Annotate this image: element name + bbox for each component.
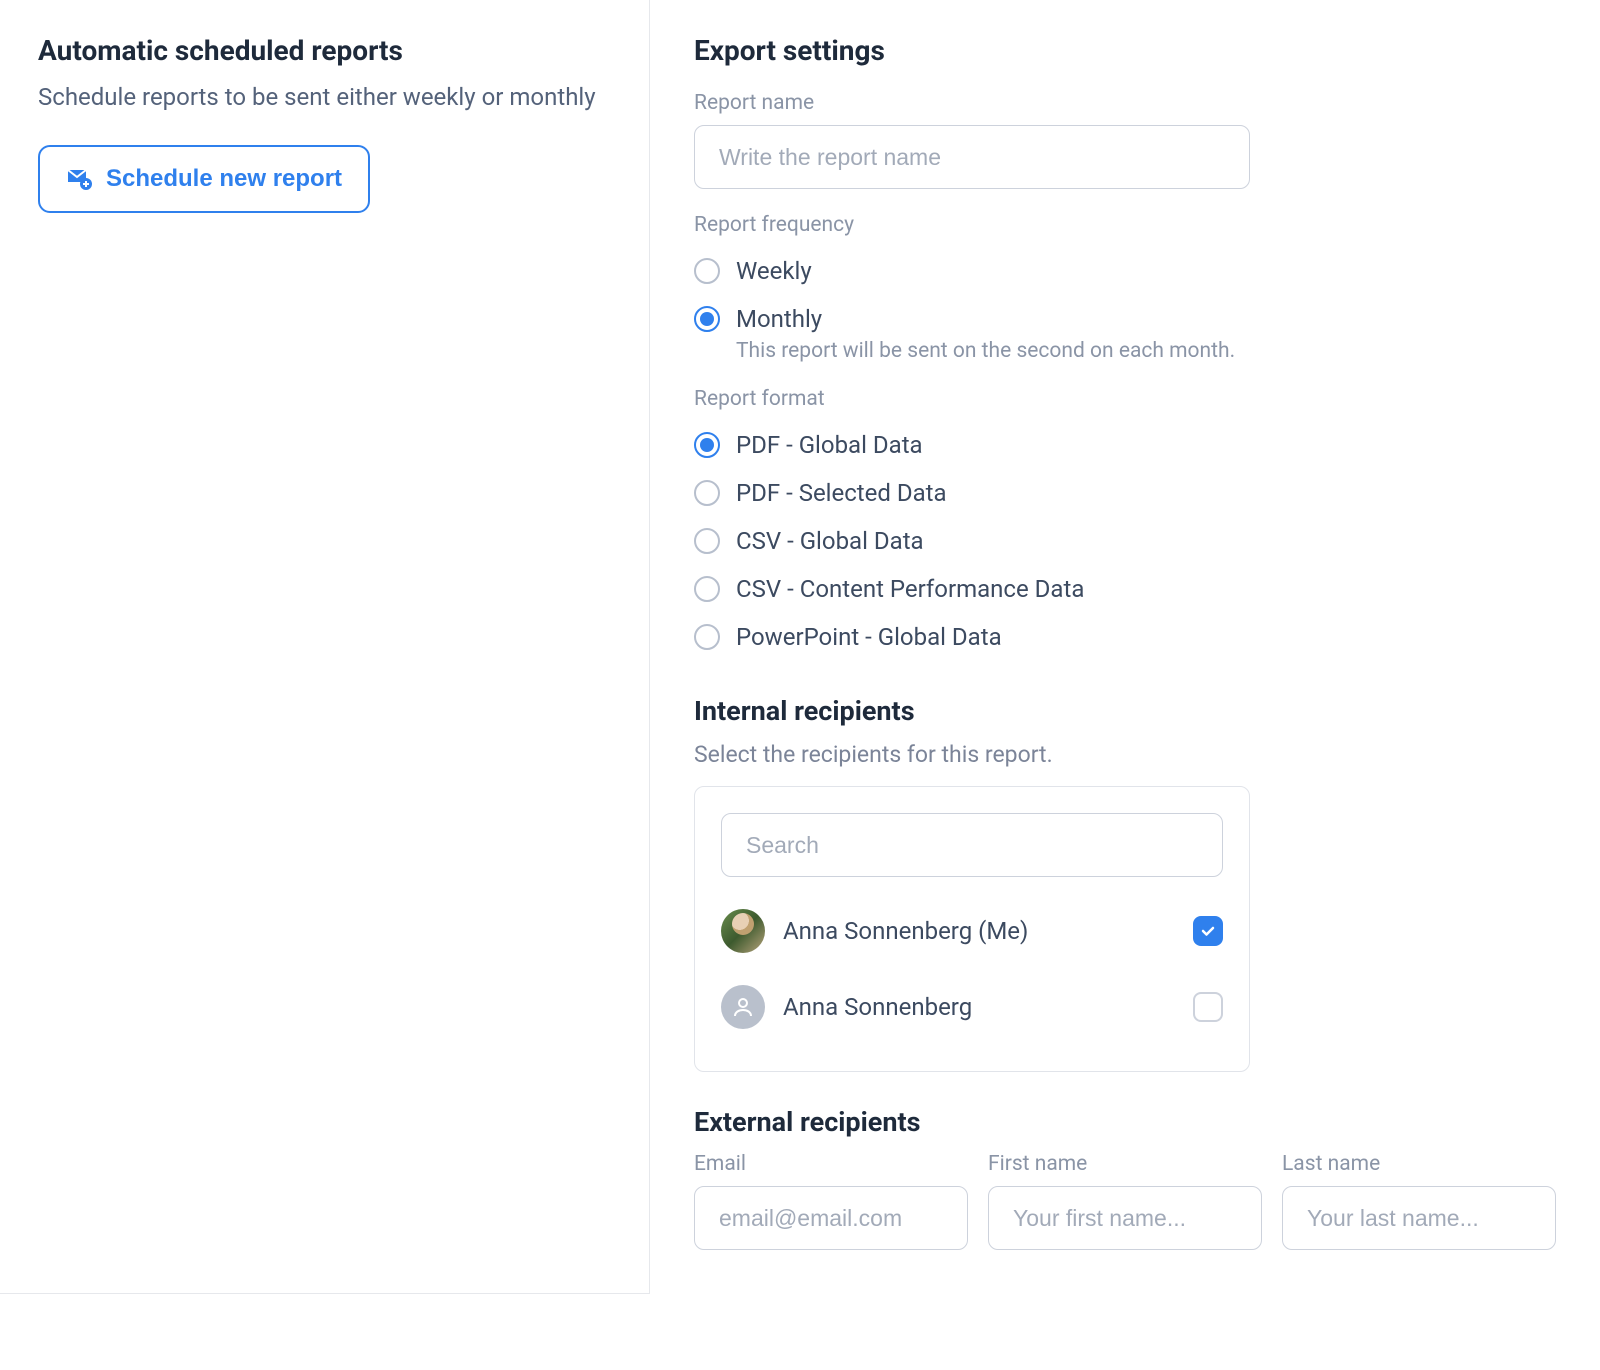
first-name-label: First name — [988, 1152, 1262, 1176]
format-csv-content-radio[interactable]: CSV - Content Performance Data — [694, 565, 1556, 613]
recipient-checkbox[interactable] — [1193, 992, 1223, 1022]
frequency-monthly-label: Monthly — [736, 305, 822, 333]
recipient-checkbox[interactable] — [1193, 916, 1223, 946]
external-email-input[interactable] — [694, 1186, 968, 1250]
radio-icon — [694, 306, 720, 332]
external-last-name-input[interactable] — [1282, 1186, 1556, 1250]
internal-recipients-box: Anna Sonnenberg (Me) Anna Sonnenberg — [694, 786, 1250, 1072]
report-format-label: Report format — [694, 387, 1556, 411]
radio-icon — [694, 480, 720, 506]
recipient-row: Anna Sonnenberg — [721, 969, 1223, 1045]
external-first-name-input[interactable] — [988, 1186, 1262, 1250]
email-label: Email — [694, 1152, 968, 1176]
radio-icon — [694, 432, 720, 458]
external-recipients-title: External recipients — [694, 1106, 1556, 1138]
frequency-weekly-label: Weekly — [736, 257, 812, 285]
scheduled-reports-desc: Schedule reports to be sent either weekl… — [38, 81, 611, 113]
recipient-search-input[interactable] — [721, 813, 1223, 877]
report-name-input[interactable] — [694, 125, 1250, 189]
mail-plus-icon — [66, 168, 92, 190]
last-name-label: Last name — [1282, 1152, 1556, 1176]
frequency-monthly-note: This report will be sent on the second o… — [736, 339, 1556, 363]
radio-icon — [694, 576, 720, 602]
format-pdf-global-radio[interactable]: PDF - Global Data — [694, 421, 1556, 469]
format-option-label: CSV - Content Performance Data — [736, 575, 1084, 603]
format-option-label: PDF - Global Data — [736, 431, 923, 459]
recipient-name: Anna Sonnenberg — [783, 993, 1175, 1021]
person-icon — [731, 995, 755, 1019]
frequency-weekly-radio[interactable]: Weekly — [694, 247, 1556, 295]
radio-icon — [694, 258, 720, 284]
format-option-label: CSV - Global Data — [736, 527, 924, 555]
report-frequency-label: Report frequency — [694, 213, 1556, 237]
format-option-label: PowerPoint - Global Data — [736, 623, 1002, 651]
internal-recipients-title: Internal recipients — [694, 695, 1556, 727]
format-pdf-selected-radio[interactable]: PDF - Selected Data — [694, 469, 1556, 517]
recipient-name: Anna Sonnenberg (Me) — [783, 917, 1175, 945]
scheduled-reports-title: Automatic scheduled reports — [38, 34, 611, 67]
avatar — [721, 909, 765, 953]
avatar — [721, 985, 765, 1029]
radio-icon — [694, 528, 720, 554]
format-csv-global-radio[interactable]: CSV - Global Data — [694, 517, 1556, 565]
radio-icon — [694, 624, 720, 650]
schedule-new-report-button[interactable]: Schedule new report — [38, 145, 370, 213]
schedule-new-report-label: Schedule new report — [106, 165, 342, 193]
recipient-row: Anna Sonnenberg (Me) — [721, 893, 1223, 969]
check-icon — [1200, 923, 1216, 939]
report-name-label: Report name — [694, 91, 1556, 115]
format-option-label: PDF - Selected Data — [736, 479, 947, 507]
export-settings-title: Export settings — [694, 34, 1556, 67]
frequency-monthly-radio[interactable]: Monthly — [694, 295, 1556, 343]
internal-recipients-desc: Select the recipients for this report. — [694, 741, 1556, 768]
format-ppt-global-radio[interactable]: PowerPoint - Global Data — [694, 613, 1556, 661]
